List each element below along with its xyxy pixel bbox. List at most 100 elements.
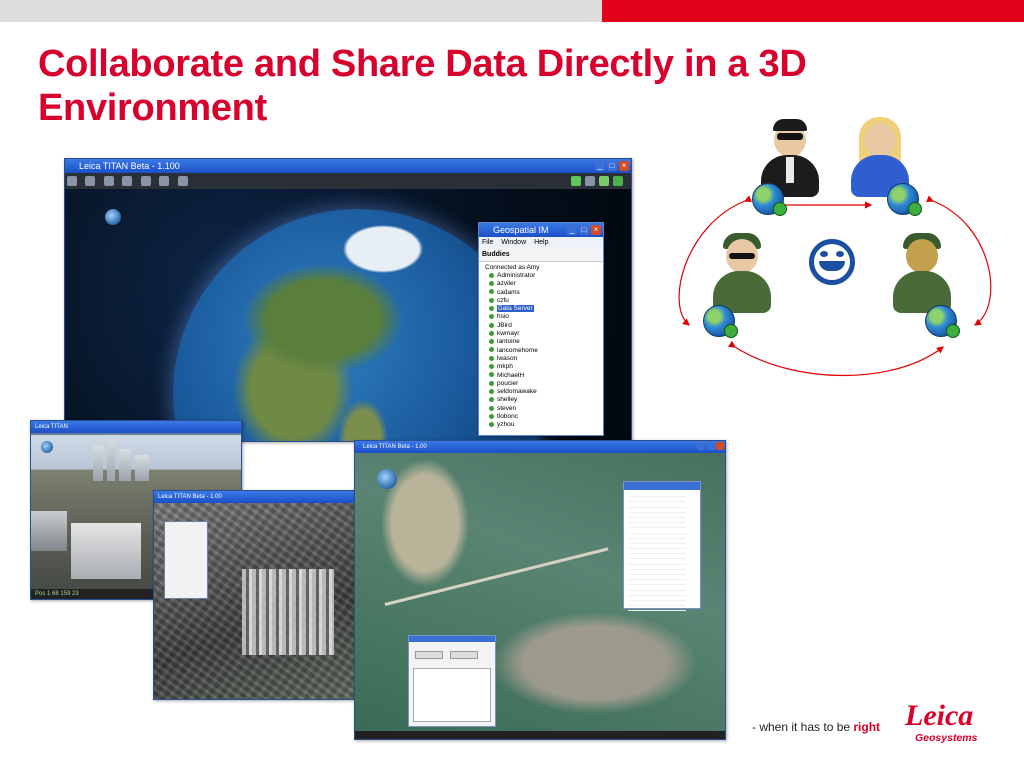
maximize-icon[interactable] (707, 442, 715, 450)
miami-viewport[interactable] (355, 453, 725, 731)
list-item[interactable]: tlobonc (489, 413, 603, 421)
collaboration-diagram (675, 115, 995, 385)
close-icon[interactable] (716, 442, 724, 450)
city-window-titlebar[interactable]: Leica TITAN (31, 421, 241, 433)
list-item[interactable]: cadams (489, 289, 603, 297)
list-item[interactable]: czfu (489, 297, 603, 305)
list-item[interactable]: lantoine (489, 338, 603, 346)
list-item[interactable]: mkph (489, 363, 603, 371)
building-block (31, 511, 67, 551)
list-item[interactable]: MichaelH (489, 372, 603, 380)
select-icon[interactable] (177, 176, 188, 186)
buddy-list: Administrator azviler cadams czfu Data S… (479, 272, 603, 430)
tower (135, 455, 149, 481)
miami-window-title: Leica TITAN Beta - 1.00 (363, 444, 427, 450)
globe-sync-icon (887, 183, 922, 216)
list-item[interactable]: azviler (489, 280, 603, 288)
small-buddy-titlebar[interactable] (624, 482, 700, 490)
user-icon (489, 397, 494, 403)
buddies-header: Buddies (479, 248, 603, 262)
zoom-icon[interactable] (103, 176, 114, 186)
list-item[interactable]: kwmayr (489, 330, 603, 338)
close-icon[interactable]: × (591, 225, 601, 235)
aerial-window[interactable]: Leica TITAN Beta - 1.00 (153, 490, 359, 700)
layers-icon[interactable] (140, 176, 151, 186)
overview-globe-icon[interactable] (377, 469, 397, 489)
maximize-icon[interactable]: □ (607, 161, 617, 171)
user-icon (489, 281, 494, 287)
user-icon (489, 305, 494, 311)
list-item[interactable]: poucier (489, 380, 603, 388)
minimize-icon[interactable]: _ (595, 161, 605, 171)
chat-view-button[interactable] (415, 651, 443, 659)
user-icon (489, 364, 494, 370)
user-icon (489, 405, 494, 411)
user-icon (489, 422, 494, 428)
minimize-icon[interactable]: _ (567, 225, 577, 235)
buddy-list-window[interactable]: Geospatial IM _ □ × File Window Help Bud… (478, 222, 604, 436)
refresh-icon[interactable] (585, 176, 595, 186)
maximize-icon[interactable]: □ (579, 225, 589, 235)
user-icon (489, 272, 494, 278)
list-item[interactable]: Administrator (489, 272, 603, 280)
chat-icon[interactable] (613, 176, 623, 186)
list-item-selected[interactable]: Data Server (489, 305, 603, 313)
top-bar-red (602, 0, 1024, 22)
list-item[interactable]: hsio (489, 313, 603, 321)
buddy-window-title: Geospatial IM (493, 225, 549, 235)
globe-icon[interactable] (571, 176, 581, 186)
menu-help[interactable]: Help (534, 239, 548, 246)
menu-file[interactable]: File (482, 239, 493, 246)
user-icon (489, 372, 494, 378)
tower (93, 445, 103, 481)
miami-3d-window[interactable]: Leica TITAN Beta - 1.00 (354, 440, 726, 740)
list-item[interactable]: lwason (489, 355, 603, 363)
list-item[interactable]: JBird (489, 322, 603, 330)
napster-cat-icon (803, 233, 861, 291)
list-item[interactable]: steven (489, 405, 603, 413)
close-icon[interactable]: × (619, 161, 629, 171)
connected-as: Connected as Amy (485, 264, 540, 271)
globe-sync-icon (752, 183, 787, 216)
list-item[interactable]: seldomawake (489, 388, 603, 396)
overview-globe-icon[interactable] (105, 209, 121, 225)
chat-log (413, 668, 491, 722)
aerial-window-titlebar[interactable]: Leica TITAN Beta - 1.00 (154, 491, 358, 503)
causeway (384, 547, 609, 606)
layer-panel[interactable] (164, 521, 208, 599)
tower (119, 449, 131, 481)
chat-close-button[interactable] (450, 651, 479, 659)
user-icon (489, 339, 494, 345)
logo-word: Leica (905, 699, 974, 732)
overview-globe-icon[interactable] (41, 441, 53, 453)
city-window-title: Leica TITAN (35, 424, 68, 430)
user-icon (489, 388, 494, 394)
miami-status-bar (355, 731, 725, 739)
user-icon (489, 289, 494, 295)
buddy-window-titlebar[interactable]: Geospatial IM _ □ × (479, 223, 603, 237)
globe-sync-icon (703, 305, 738, 338)
walk-icon[interactable] (122, 176, 133, 186)
back-icon[interactable] (67, 176, 77, 186)
building-block (71, 523, 141, 579)
camera-icon[interactable] (85, 176, 96, 186)
buddies-label: Buddies (482, 251, 510, 258)
home-icon[interactable] (599, 176, 609, 186)
chat-titlebar[interactable] (409, 636, 495, 642)
main-window-titlebar[interactable]: Leica TITAN Beta - 1.100 _ □ × (65, 159, 631, 173)
user-icon (489, 355, 494, 361)
buddy-list-window-small[interactable] (623, 481, 701, 612)
small-buddy-list (628, 492, 700, 612)
menu-window[interactable]: Window (501, 239, 526, 246)
chat-window[interactable] (408, 635, 496, 727)
main-window-title: Leica TITAN Beta - 1.100 (79, 161, 180, 171)
list-item[interactable]: lancomehome (489, 347, 603, 355)
user-icon (489, 380, 494, 386)
list-icon[interactable] (159, 176, 170, 186)
miami-window-titlebar[interactable]: Leica TITAN Beta - 1.00 (355, 441, 725, 453)
aerial-viewport[interactable] (154, 503, 358, 699)
list-item[interactable]: yzhou (489, 421, 603, 429)
list-item[interactable]: shelley (489, 396, 603, 404)
top-bar-gray (0, 0, 602, 22)
minimize-icon[interactable] (697, 442, 705, 450)
